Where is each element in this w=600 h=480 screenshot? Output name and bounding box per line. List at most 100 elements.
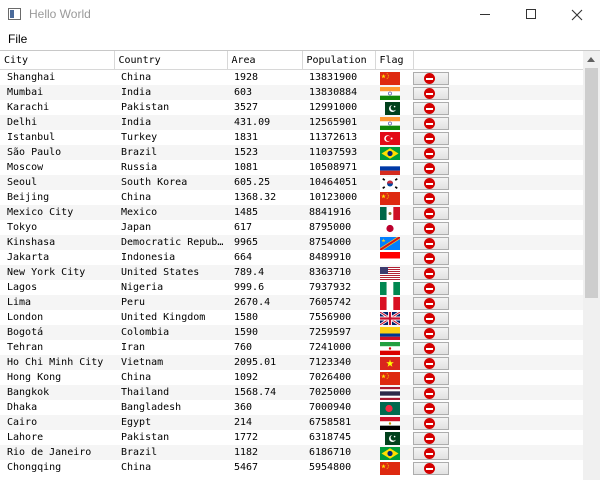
cell-city[interactable]: São Paulo xyxy=(0,145,114,160)
cell-flag[interactable] xyxy=(375,325,413,340)
cell-population[interactable]: 10123000 xyxy=(302,190,375,205)
cell-country[interactable]: Nigeria xyxy=(114,280,227,295)
header-area[interactable]: Area xyxy=(227,51,303,70)
header-flag[interactable]: Flag xyxy=(375,51,414,70)
cell-city[interactable]: Chongqing xyxy=(0,460,114,475)
cell-area[interactable]: 9965 xyxy=(227,235,302,250)
cell-city[interactable]: Mexico City xyxy=(0,205,114,220)
cell-country[interactable]: Brazil xyxy=(114,445,227,460)
cell-area[interactable]: 1568.74 xyxy=(227,385,302,400)
cell-flag[interactable] xyxy=(375,130,413,145)
cell-area[interactable]: 1523 xyxy=(227,145,302,160)
delete-row-button[interactable] xyxy=(413,251,449,265)
delete-row-button[interactable] xyxy=(413,401,449,415)
cell-population[interactable]: 12991000 xyxy=(302,100,375,115)
cell-country[interactable]: United States xyxy=(114,265,227,280)
cell-city[interactable]: Dhaka xyxy=(0,400,114,415)
cell-country[interactable]: China xyxy=(114,460,227,475)
delete-row-button[interactable] xyxy=(413,461,449,475)
close-button[interactable] xyxy=(554,0,600,30)
table-row[interactable]: Tokyo Japan 617 8795000 xyxy=(0,220,583,235)
cell-area[interactable]: 5467 xyxy=(227,460,302,475)
cell-city[interactable]: Lima xyxy=(0,295,114,310)
cell-flag[interactable] xyxy=(375,340,413,355)
delete-row-button[interactable] xyxy=(413,311,449,325)
cell-country[interactable]: Colombia xyxy=(114,325,227,340)
cell-city[interactable]: Rio de Janeiro xyxy=(0,445,114,460)
cell-country[interactable]: Iran xyxy=(114,340,227,355)
cell-country[interactable]: Democratic Repub… xyxy=(114,235,227,250)
cell-area[interactable]: 1081 xyxy=(227,160,302,175)
cell-area[interactable]: 760 xyxy=(227,340,302,355)
cell-country[interactable]: Russia xyxy=(114,160,227,175)
cell-flag[interactable] xyxy=(375,355,413,370)
table-row[interactable]: Seoul South Korea 605.25 10464051 xyxy=(0,175,583,190)
cell-country[interactable]: Egypt xyxy=(114,415,227,430)
cell-country[interactable]: India xyxy=(114,85,227,100)
cell-country[interactable]: Pakistan xyxy=(114,430,227,445)
cell-flag[interactable] xyxy=(375,100,413,115)
cell-city[interactable]: Bangkok xyxy=(0,385,114,400)
delete-row-button[interactable] xyxy=(413,326,449,340)
title-bar[interactable]: Hello World xyxy=(0,0,600,30)
cell-area[interactable]: 1831 xyxy=(227,130,302,145)
table-row[interactable]: Rio de Janeiro Brazil 1182 6186710 xyxy=(0,445,583,460)
cell-flag[interactable] xyxy=(375,70,413,86)
cell-population[interactable]: 11372613 xyxy=(302,130,375,145)
cell-area[interactable]: 214 xyxy=(227,415,302,430)
table-row[interactable]: Lima Peru 2670.4 7605742 xyxy=(0,295,583,310)
table-row[interactable]: Mexico City Mexico 1485 8841916 xyxy=(0,205,583,220)
cell-city[interactable]: Shanghai xyxy=(0,70,114,86)
delete-row-button[interactable] xyxy=(413,281,449,295)
cell-flag[interactable] xyxy=(375,430,413,445)
delete-row-button[interactable] xyxy=(413,416,449,430)
table-row[interactable]: Moscow Russia 1081 10508971 xyxy=(0,160,583,175)
table-row[interactable]: London United Kingdom 1580 7556900 xyxy=(0,310,583,325)
cell-country[interactable]: Brazil xyxy=(114,145,227,160)
cell-flag[interactable] xyxy=(375,400,413,415)
cell-flag[interactable] xyxy=(375,175,413,190)
cell-area[interactable]: 431.09 xyxy=(227,115,302,130)
cell-population[interactable]: 7123340 xyxy=(302,355,375,370)
cell-flag[interactable] xyxy=(375,310,413,325)
cell-population[interactable]: 7025000 xyxy=(302,385,375,400)
delete-row-button[interactable] xyxy=(413,446,449,460)
header-city[interactable]: City xyxy=(0,51,115,70)
delete-row-button[interactable] xyxy=(413,206,449,220)
cell-flag[interactable] xyxy=(375,385,413,400)
cell-population[interactable]: 5954800 xyxy=(302,460,375,475)
cell-country[interactable]: China xyxy=(114,370,227,385)
table-row[interactable]: Lagos Nigeria 999.6 7937932 xyxy=(0,280,583,295)
table-row[interactable]: Tehran Iran 760 7241000 xyxy=(0,340,583,355)
table-row[interactable]: Mumbai India 603 13830884 xyxy=(0,85,583,100)
cell-country[interactable]: Mexico xyxy=(114,205,227,220)
delete-row-button[interactable] xyxy=(413,101,449,115)
cell-population[interactable]: 10464051 xyxy=(302,175,375,190)
delete-row-button[interactable] xyxy=(413,266,449,280)
table-row[interactable]: Bangkok Thailand 1568.74 7025000 xyxy=(0,385,583,400)
table-row[interactable]: Chongqing China 5467 5954800 xyxy=(0,460,583,475)
cell-area[interactable]: 603 xyxy=(227,85,302,100)
scroll-up-arrow-icon[interactable] xyxy=(587,57,595,62)
cell-population[interactable]: 10508971 xyxy=(302,160,375,175)
delete-row-button[interactable] xyxy=(413,116,449,130)
cell-area[interactable]: 3527 xyxy=(227,100,302,115)
header-actions[interactable] xyxy=(413,51,584,70)
table-row[interactable]: Bogotá Colombia 1590 7259597 xyxy=(0,325,583,340)
table-row[interactable]: Beijing China 1368.32 10123000 xyxy=(0,190,583,205)
cell-city[interactable]: Tehran xyxy=(0,340,114,355)
cell-area[interactable]: 789.4 xyxy=(227,265,302,280)
cell-country[interactable]: China xyxy=(114,190,227,205)
cell-flag[interactable] xyxy=(375,415,413,430)
cell-country[interactable]: Bangladesh xyxy=(114,400,227,415)
cell-city[interactable]: Karachi xyxy=(0,100,114,115)
cell-population[interactable]: 6758581 xyxy=(302,415,375,430)
delete-row-button[interactable] xyxy=(413,386,449,400)
cell-population[interactable]: 8363710 xyxy=(302,265,375,280)
cell-population[interactable]: 7026400 xyxy=(302,370,375,385)
cell-area[interactable]: 1368.32 xyxy=(227,190,302,205)
delete-row-button[interactable] xyxy=(413,296,449,310)
table-row[interactable]: Lahore Pakistan 1772 6318745 xyxy=(0,430,583,445)
table-row[interactable]: Dhaka Bangladesh 360 7000940 xyxy=(0,400,583,415)
cell-area[interactable]: 1772 xyxy=(227,430,302,445)
